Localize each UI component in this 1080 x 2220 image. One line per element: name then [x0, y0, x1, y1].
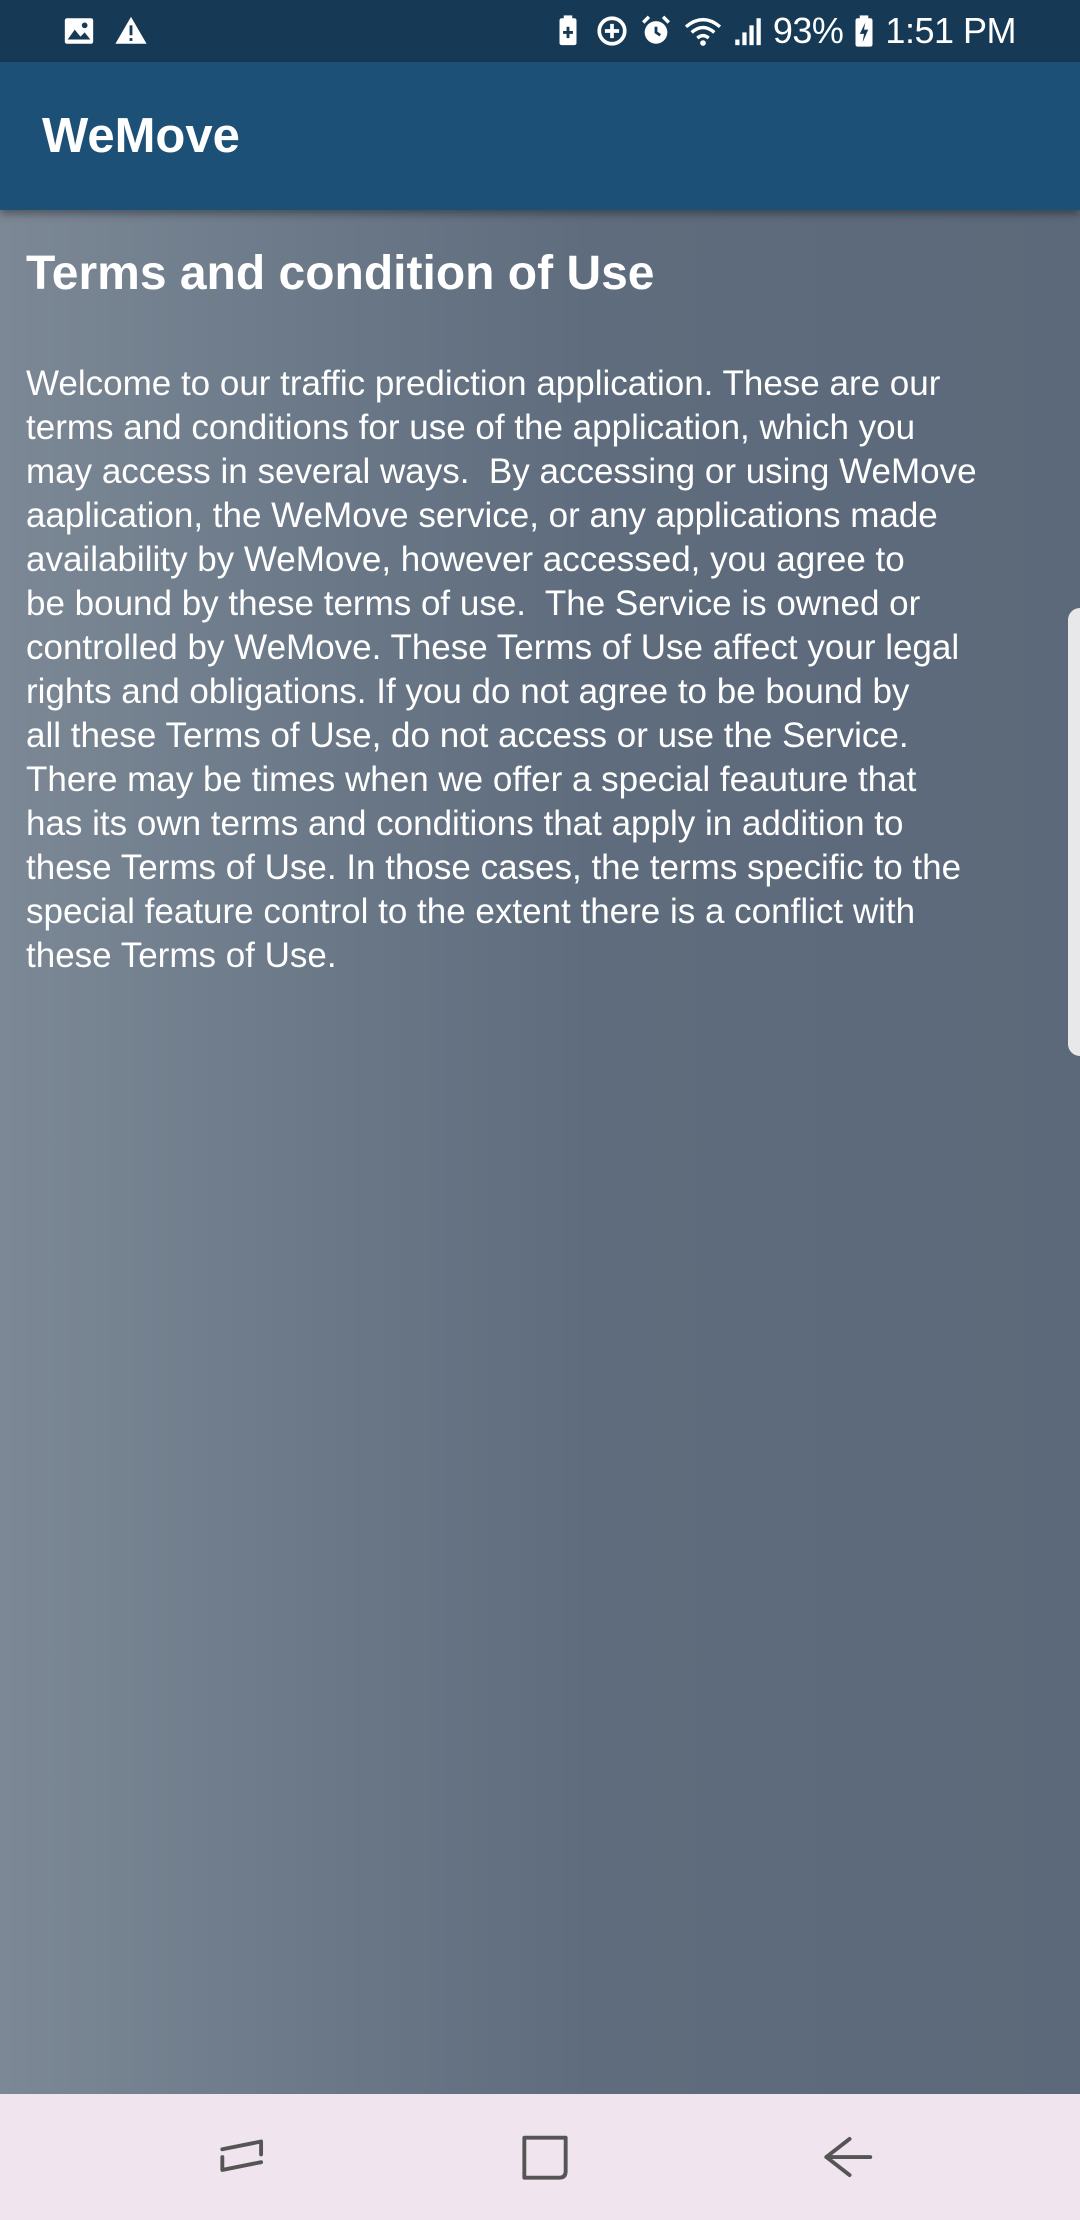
terms-line: availability by WeMove, however accessed…: [26, 540, 905, 579]
terms-line: terms and conditions for use of the appl…: [26, 408, 916, 447]
terms-line: special feature control to the extent th…: [26, 892, 916, 931]
navigation-bar: [0, 2094, 1080, 2220]
terms-line: rights and obligations. If you do not ag…: [26, 672, 910, 711]
terms-line: There may be times when we offer a speci…: [26, 760, 917, 799]
home-icon: [522, 2135, 568, 2180]
terms-body: Welcome to our traffic prediction applic…: [26, 362, 1066, 978]
app-bar: WeMove: [0, 62, 1080, 210]
terms-line: all these Terms of Use, do not access or…: [26, 716, 909, 755]
terms-line: has its own terms and conditions that ap…: [26, 804, 904, 843]
scroll-handle[interactable]: [1068, 608, 1080, 1056]
data-saver-icon: [595, 14, 629, 48]
home-button[interactable]: [514, 2126, 576, 2188]
screen: 93% 1:51 PM WeMove Terms and condition o…: [0, 0, 1080, 2220]
status-time: 1:51 PM: [885, 10, 1016, 51]
status-bar: 93% 1:51 PM: [0, 0, 1080, 62]
back-button[interactable]: [816, 2126, 878, 2188]
terms-line: controlled by WeMove. These Terms of Use…: [26, 628, 960, 667]
recent-apps-button[interactable]: [212, 2126, 274, 2188]
app-title: WeMove: [42, 109, 240, 163]
status-left-icons: [62, 14, 148, 48]
back-arrow-icon: [824, 2136, 873, 2178]
terms-line: these Terms of Use. In those cases, the …: [26, 848, 962, 887]
battery-saver-icon: [551, 14, 585, 48]
battery-charging-icon: [853, 14, 875, 48]
warning-icon: [114, 14, 148, 48]
gallery-icon: [62, 14, 96, 48]
terms-line: Welcome to our traffic prediction applic…: [26, 364, 941, 403]
terms-line: aaplication, the WeMove service, or any …: [26, 496, 938, 535]
terms-line: may access in several ways. By accessing…: [26, 452, 977, 491]
recent-apps-icon: [220, 2139, 264, 2172]
signal-icon: [733, 14, 763, 48]
wifi-icon: [683, 14, 723, 48]
page-title: Terms and condition of Use: [26, 247, 655, 300]
terms-line: these Terms of Use.: [26, 936, 337, 975]
battery-percent: 93%: [772, 10, 844, 51]
terms-content[interactable]: Terms and condition of Use Welcome to ou…: [0, 210, 1080, 2094]
status-right-icons: 93% 1:51 PM: [551, 10, 1016, 52]
alarm-icon: [639, 14, 673, 48]
terms-line: be bound by these terms of use. The Serv…: [26, 584, 921, 623]
